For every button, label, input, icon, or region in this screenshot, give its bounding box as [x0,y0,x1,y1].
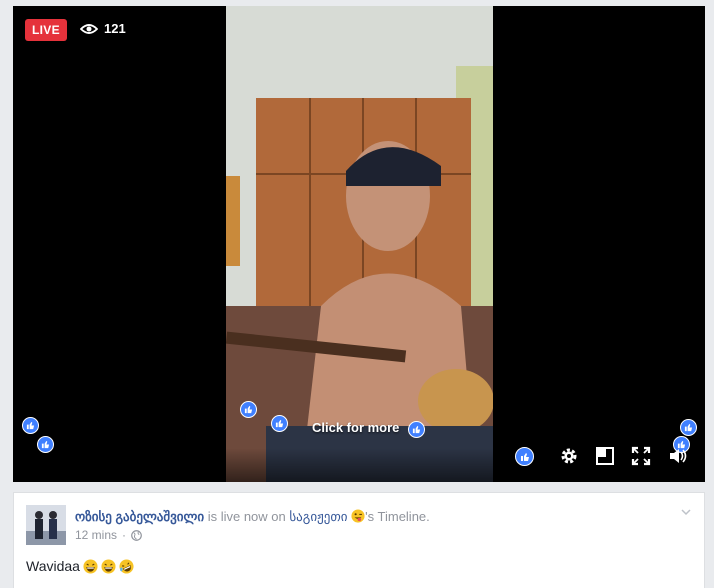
settings-button[interactable] [558,445,580,467]
timeline-owner-link[interactable]: საგიჟეთი [289,509,347,524]
chevron-down-icon[interactable] [680,506,692,518]
minimize-icon [596,447,614,465]
like-reaction-icon [240,401,257,418]
rofl-emoji [119,558,134,574]
live-post-card: ოზისე გაბელაშვილი is live now on საგიჟეთ… [13,492,705,588]
avatar[interactable] [26,505,66,545]
live-video-player[interactable]: LIVE 121 Click for more [13,6,705,482]
post-timestamp[interactable]: 12 mins [75,528,117,542]
volume-button[interactable] [667,445,689,467]
like-reaction-icon [22,417,39,434]
volume-icon [670,449,687,463]
like-reaction-icon [680,419,697,436]
winking-tongue-emoji [351,509,365,523]
post-meta: 12 mins · [75,528,142,542]
grinning-emoji [83,558,98,574]
video-scene-image [226,6,493,482]
globe-icon[interactable] [131,529,142,541]
post-verb-text: is live now on [207,509,286,524]
minimize-button[interactable] [594,445,616,467]
grinning-emoji [101,558,116,574]
like-button[interactable] [515,447,534,466]
viewer-count: 121 [80,21,126,36]
author-name-link[interactable]: ოზისე გაბელაშვილი [75,509,204,524]
post-message: Wavidaa [26,558,134,574]
click-for-more-link[interactable]: Click for more [312,420,399,435]
timeline-suffix-text: 's Timeline. [365,509,430,524]
video-frame[interactable] [226,6,493,482]
fullscreen-button[interactable] [630,445,652,467]
like-reaction-icon [271,415,288,432]
like-reaction-icon [37,436,54,453]
live-badge: LIVE [25,19,67,41]
eye-icon [80,23,98,34]
post-header: ოზისე გაბელაშვილი is live now on საგიჟეთ… [75,509,430,525]
post-message-text: Wavidaa [26,558,80,574]
gear-icon [561,448,577,464]
meta-separator: · [122,528,127,542]
like-reaction-icon [408,421,425,438]
fullscreen-icon [631,446,651,466]
viewer-count-value: 121 [104,21,126,36]
